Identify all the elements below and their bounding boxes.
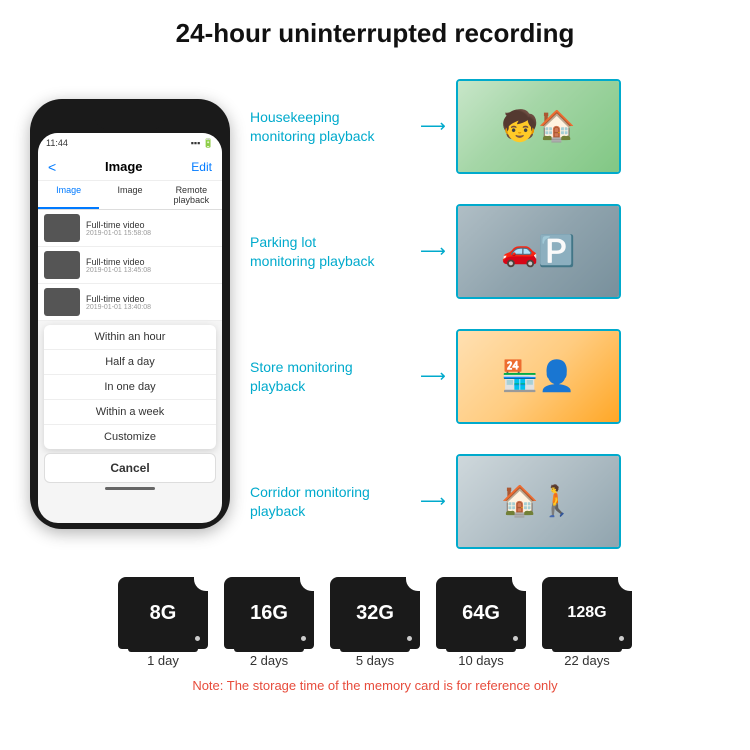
main-content: 11:44 ▪▪▪ 🔋 < Image Edit Image Image Rem…: [0, 59, 750, 569]
arrow-icon-4: ⟶: [420, 491, 446, 512]
home-indicator: [105, 487, 155, 490]
sd-dot-2: [301, 636, 306, 641]
phone-tab-image2[interactable]: Image: [99, 181, 160, 209]
dropdown-item-3[interactable]: In one day: [44, 375, 216, 400]
storage-days-1: 1 day: [147, 653, 179, 668]
monitoring-image-1: 🧒🏠: [456, 79, 621, 174]
sd-notch-5: [618, 575, 634, 591]
monitoring-row-4: Corridor monitoringplayback ⟶ 🏠🚶: [250, 454, 730, 549]
monitoring-label-4: Corridor monitoringplayback: [250, 483, 410, 519]
housekeeping-photo: 🧒🏠: [458, 81, 619, 172]
list-item-3[interactable]: Full-time video 2019-01-01 13:40:08: [38, 284, 222, 321]
phone-time: 11:44: [46, 138, 68, 148]
sd-notch-1: [194, 575, 210, 591]
sd-dot-3: [407, 636, 412, 641]
storage-cards: 8G 1 day 16G 2 days 32G 5 days: [118, 577, 632, 668]
storage-card-64g: 64G 10 days: [436, 577, 526, 668]
item-date-1: 2019-01-01 15:58:08: [86, 230, 151, 237]
list-item-1[interactable]: Full-time video 2019-01-01 15:58:08: [38, 210, 222, 247]
item-title-3: Full-time video: [86, 294, 151, 304]
sd-label-128g: 128G: [567, 604, 606, 622]
monitoring-row-3: Store monitoringplayback ⟶ 🏪👤: [250, 329, 730, 424]
item-date-2: 2019-01-01 13:45:08: [86, 267, 151, 274]
phone-nav-edit[interactable]: Edit: [191, 160, 212, 174]
sd-dot-1: [195, 636, 200, 641]
sd-card-32g: 32G: [330, 577, 420, 649]
monitoring-row-1: Housekeepingmonitoring playback ⟶ 🧒🏠: [250, 79, 730, 174]
parking-photo: 🚗🅿️: [458, 206, 619, 297]
dropdown-item-1[interactable]: Within an hour: [44, 325, 216, 350]
phone-nav-title: Image: [105, 159, 143, 174]
monitoring-image-3: 🏪👤: [456, 329, 621, 424]
sd-notch-3: [406, 575, 422, 591]
video-thumb-2: [44, 251, 80, 279]
list-item-2[interactable]: Full-time video 2019-01-01 13:45:08: [38, 247, 222, 284]
dropdown-item-5[interactable]: Customize: [44, 425, 216, 449]
phone-nav-bar: < Image Edit: [38, 153, 222, 181]
sd-card-8g: 8G: [118, 577, 208, 649]
monitoring-label-1: Housekeepingmonitoring playback: [250, 108, 410, 144]
sd-dot-5: [619, 636, 624, 641]
phone-status-bar: 11:44 ▪▪▪ 🔋: [38, 133, 222, 153]
monitoring-row-2: Parking lotmonitoring playback ⟶ 🚗🅿️: [250, 204, 730, 299]
storage-card-16g: 16G 2 days: [224, 577, 314, 668]
phone-area: 11:44 ▪▪▪ 🔋 < Image Edit Image Image Rem…: [20, 59, 240, 569]
phone-dropdown: Within an hour Half a day In one day Wit…: [44, 325, 216, 449]
video-thumb-1: [44, 214, 80, 242]
storage-note: Note: The storage time of the memory car…: [192, 674, 557, 697]
phone-mockup: 11:44 ▪▪▪ 🔋 < Image Edit Image Image Rem…: [30, 99, 230, 529]
monitoring-label-3: Store monitoringplayback: [250, 358, 410, 394]
arrow-icon-2: ⟶: [420, 241, 446, 262]
sd-label-16g: 16G: [250, 602, 288, 625]
storage-card-32g: 32G 5 days: [330, 577, 420, 668]
sd-card-128g: 128G: [542, 577, 632, 649]
monitoring-label-2: Parking lotmonitoring playback: [250, 233, 410, 269]
sd-label-32g: 32G: [356, 602, 394, 625]
storage-card-8g: 8G 1 day: [118, 577, 208, 668]
sd-card-64g: 64G: [436, 577, 526, 649]
store-photo: 🏪👤: [458, 331, 619, 422]
sd-label-64g: 64G: [462, 602, 500, 625]
page-header: 24-hour uninterrupted recording: [0, 0, 750, 59]
storage-days-4: 10 days: [458, 653, 504, 668]
arrow-icon-1: ⟶: [420, 116, 446, 137]
storage-days-3: 5 days: [356, 653, 394, 668]
sd-label-8g: 8G: [150, 602, 177, 625]
video-thumb-3: [44, 288, 80, 316]
sd-notch-4: [512, 575, 528, 591]
phone-signal: ▪▪▪ 🔋: [191, 138, 214, 149]
dropdown-item-4[interactable]: Within a week: [44, 400, 216, 425]
sd-dot-4: [513, 636, 518, 641]
monitoring-image-4: 🏠🚶: [456, 454, 621, 549]
page-title: 24-hour uninterrupted recording: [0, 18, 750, 49]
storage-section: 8G 1 day 16G 2 days 32G 5 days: [0, 569, 750, 697]
corridor-photo: 🏠🚶: [458, 456, 619, 547]
item-title-1: Full-time video: [86, 220, 151, 230]
right-area: Housekeepingmonitoring playback ⟶ 🧒🏠 Par…: [250, 59, 730, 569]
phone-tab-image[interactable]: Image: [38, 181, 99, 209]
back-arrow[interactable]: <: [48, 159, 56, 175]
phone-notch: [95, 111, 165, 129]
cancel-button[interactable]: Cancel: [44, 453, 216, 483]
sd-notch-2: [300, 575, 316, 591]
item-title-2: Full-time video: [86, 257, 151, 267]
monitoring-image-2: 🚗🅿️: [456, 204, 621, 299]
sd-card-16g: 16G: [224, 577, 314, 649]
phone-tab-remote[interactable]: Remote playback: [161, 181, 222, 209]
phone-tabs: Image Image Remote playback: [38, 181, 222, 210]
dropdown-item-2[interactable]: Half a day: [44, 350, 216, 375]
storage-days-2: 2 days: [250, 653, 288, 668]
item-date-3: 2019-01-01 13:40:08: [86, 304, 151, 311]
storage-card-128g: 128G 22 days: [542, 577, 632, 668]
phone-screen: 11:44 ▪▪▪ 🔋 < Image Edit Image Image Rem…: [38, 133, 222, 523]
storage-days-5: 22 days: [564, 653, 610, 668]
arrow-icon-3: ⟶: [420, 366, 446, 387]
